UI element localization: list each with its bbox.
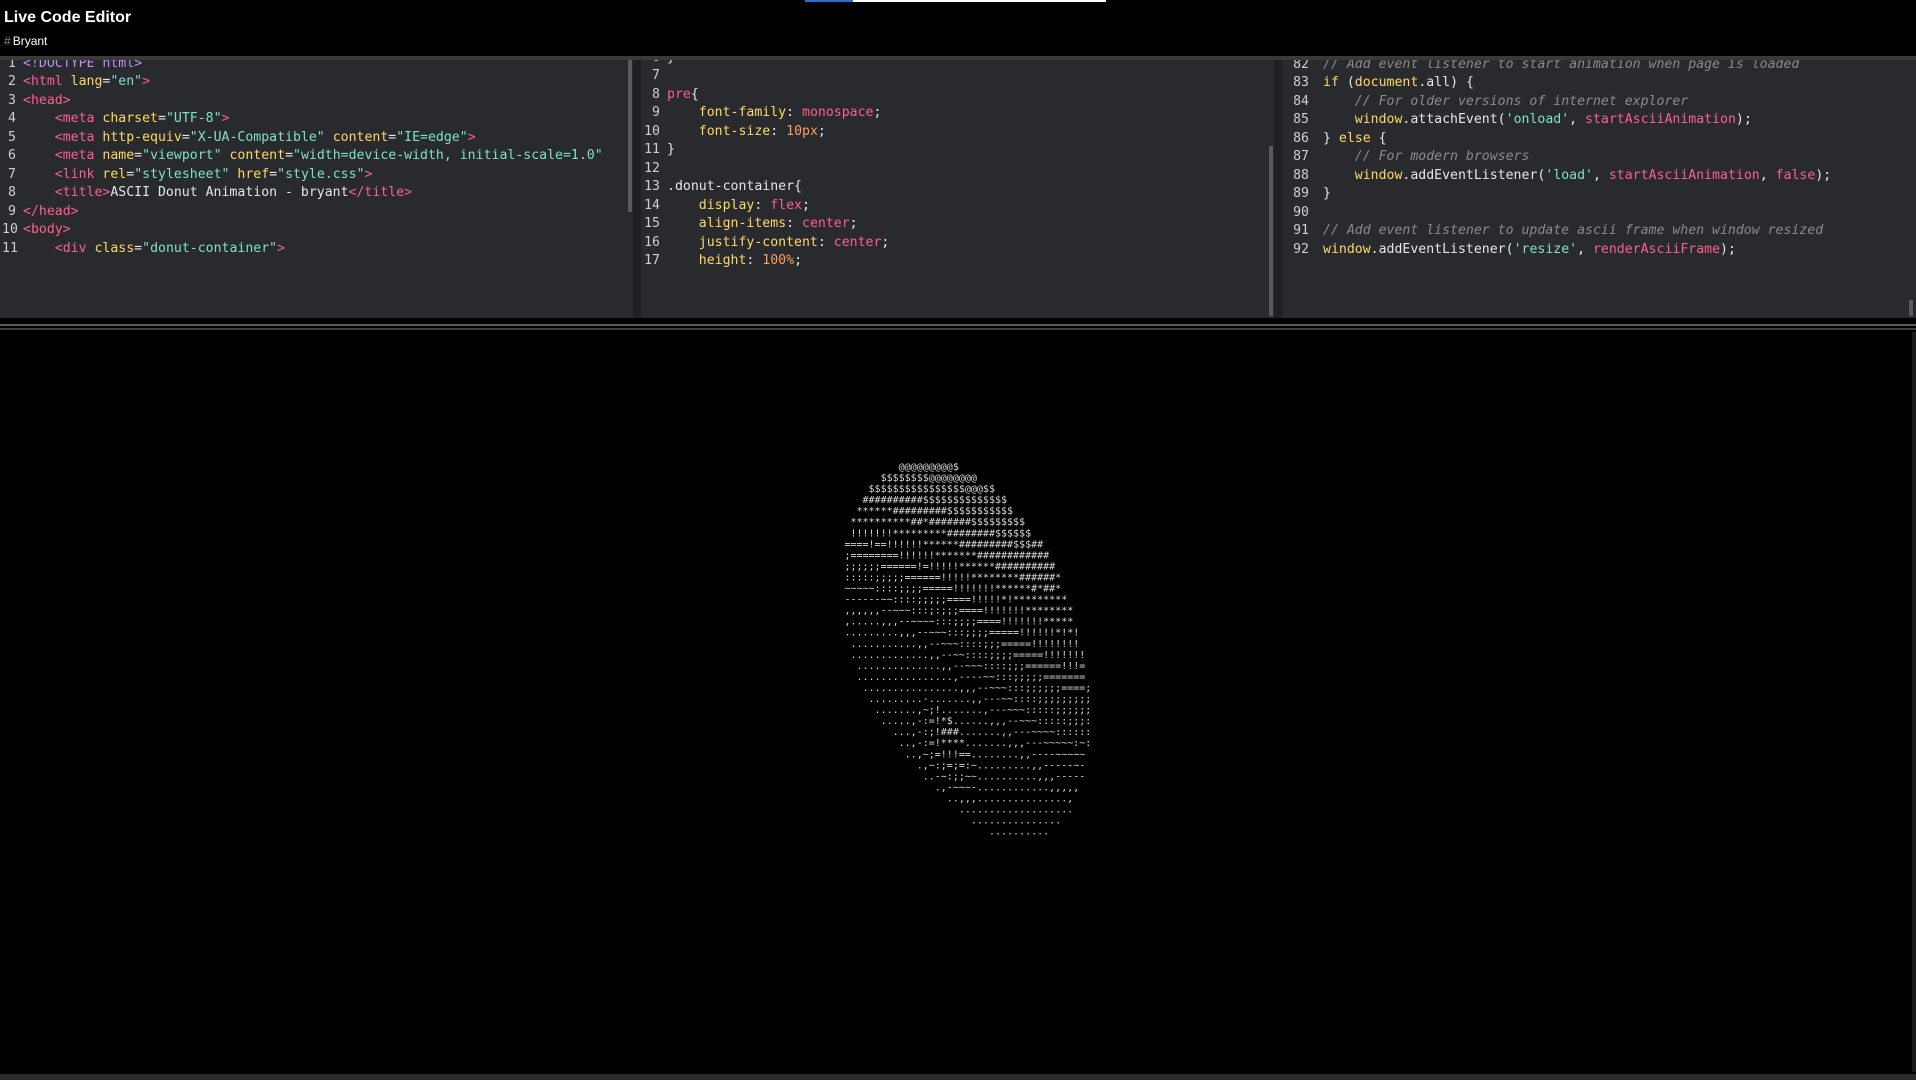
- code-text: <meta name="viewport" content="width=dev…: [54, 148, 603, 164]
- js-editor[interactable]: 82// Add event listener to start animati…: [1282, 60, 1916, 318]
- code-text: }: [667, 142, 675, 158]
- ascii-donut-row: .......,~;!.......,---~~~:::::;;;;;;: [712, 705, 1194, 716]
- editor-panes: 1 <!DOCTYPE html> 2 <html lang="en"> 3 <head>…: [0, 60, 1916, 318]
- code-text: <title>ASCII Donut Animation - bryant</t…: [54, 185, 413, 201]
- ascii-donut-row: !!!!!!!*********########$$$$$$: [712, 528, 1194, 539]
- output-scrollbar[interactable]: [1912, 332, 1916, 1072]
- ascii-donut-row: .....,-:=!*$......,,,--~~~:::::;;;:: [712, 716, 1194, 727]
- pane-divider-right[interactable]: [1274, 60, 1282, 318]
- pane-divider-left[interactable]: [633, 60, 641, 318]
- js-code-line[interactable]: 92 window.addEventListener('resize', rend…: [1282, 239, 1916, 262]
- code-text: justify-content: center;: [698, 234, 890, 250]
- ascii-donut-row: ..,-:=!****.......,,,---~~~~~:~:: [712, 738, 1194, 749]
- ascii-donut-row: ..,,,...............,: [712, 793, 1194, 804]
- bottom-divider: [0, 1074, 1916, 1080]
- css-editor-scrollbar[interactable]: [1269, 146, 1273, 316]
- load-progress-bar: [805, 0, 1106, 2]
- code-text: <head>: [23, 92, 71, 108]
- ascii-donut-row: ~~~~~::::;;;;=====!!!!!!!******#*##*: [712, 584, 1194, 595]
- ascii-donut-row: ,.....,,,--~~~~:::;;;;====!!!!!!!*****: [712, 617, 1194, 628]
- output-preview: @@@@@@@@@$ $$$$$$$$@@@@@@@@ $$$$$$$$$$$$…: [0, 332, 1912, 1072]
- ascii-donut-row: ..,~;=!!!==........,,----~~~~~: [712, 749, 1194, 760]
- ascii-donut-row: .........,,,--~~~:::;;;;=====!!!!!!*!*!: [712, 628, 1194, 639]
- ascii-donut-row: :::::;;;;;======!!!!!********######*: [712, 572, 1194, 583]
- ascii-donut-row: **********##*#######$$$$$$$$$: [712, 517, 1194, 528]
- ascii-donut-row: .........-.......,,---~~::::;;;;;;;;;: [712, 694, 1194, 705]
- code-text: // Add event listener to update ascii fr…: [1323, 223, 1824, 239]
- hash-icon: #: [4, 34, 11, 48]
- ascii-donut-render: @@@@@@@@@$ $$$$$$$$@@@@@@@@ $$$$$$$$$$$$…: [712, 462, 1194, 838]
- ascii-donut-row: ................,----~~:::;;;;;=======: [712, 672, 1194, 683]
- code-text: window.attachEvent('onload', startAsciiA…: [1354, 112, 1752, 128]
- code-text: <meta charset="UTF-8">: [54, 111, 230, 127]
- code-text: font-family: monospace;: [698, 105, 882, 121]
- app-title: Live Code Editor: [4, 9, 132, 26]
- html-editor[interactable]: 1 <!DOCTYPE html> 2 <html lang="en"> 3 <head>…: [0, 60, 633, 318]
- ascii-donut-row: $$$$$$$$$$$$$$$$@@@$$: [712, 484, 1194, 495]
- ascii-donut-row: ...................: [712, 805, 1194, 816]
- ascii-donut-row: @@@@@@@@@$: [712, 462, 1194, 473]
- app-subtitle[interactable]: # Bryant: [4, 34, 47, 48]
- code-text: // For older versions of internet explor…: [1354, 93, 1689, 109]
- code-text: <!DOCTYPE html>: [23, 60, 143, 71]
- code-text: .donut-container{: [667, 179, 802, 195]
- css-editor[interactable]: 6}78pre{9 font-family: monospace;10 font…: [641, 60, 1274, 318]
- ascii-donut-row: ------~~::::;;;;;====!!!!!*!*********: [712, 595, 1194, 606]
- ascii-donut-row: ..........: [712, 827, 1194, 838]
- ascii-donut-row: ...,-:;!###.......,,---~~~~::::::: [712, 727, 1194, 738]
- code-text: // Add event listener to start animation…: [1323, 60, 1800, 72]
- code-text: </head>: [23, 203, 79, 219]
- code-text: <html lang="en">: [23, 74, 151, 90]
- code-text: if (document.all) {: [1323, 75, 1474, 91]
- ascii-donut-row: .,~:;=;=:~.........,,-----~-: [712, 760, 1194, 771]
- code-text: }: [667, 60, 675, 65]
- ascii-donut-row: ;========!!!!!!*******############: [712, 550, 1194, 561]
- code-text: <meta http-equiv="X-UA-Compatible" conte…: [54, 129, 476, 145]
- live-code-editor-app: Live Code Editor # Bryant 1 <!DOCTYPE html…: [0, 0, 1916, 1080]
- ascii-donut-row: ..............,,--~~~::::;;;======!!!=: [712, 661, 1194, 672]
- html-editor-scrollbar[interactable]: [628, 60, 632, 212]
- ascii-donut-row: .............,,--~~::::;;;;=====!!!!!!!: [712, 650, 1194, 661]
- ascii-donut-row: ................,,,--~~~:::;;;;;;====;: [712, 683, 1194, 694]
- ascii-donut-row: ******#########$$$$$$$$$$$: [712, 506, 1194, 517]
- code-text: window.addEventListener('load', startAsc…: [1354, 167, 1832, 183]
- ascii-donut-row: ====!==!!!!!!******#########$$$##: [712, 539, 1194, 550]
- line-number: 17: [644, 252, 660, 268]
- html-code-line[interactable]: 11 <div class="donut-container">: [0, 238, 633, 261]
- ascii-donut-row: $$$$$$$$@@@@@@@@: [712, 473, 1194, 484]
- ascii-donut-row: ;;;;;;======!=!!!!!******##########: [712, 561, 1194, 572]
- code-text: font-size: 10px;: [698, 123, 826, 139]
- code-text: <body>: [23, 222, 71, 238]
- line-number: 11: [2, 240, 18, 256]
- editor-resize-handle[interactable]: [0, 318, 1916, 332]
- load-progress-fill: [805, 0, 854, 2]
- code-text: // For modern browsers: [1354, 149, 1530, 165]
- code-text: pre{: [667, 86, 699, 102]
- code-text: <div class="donut-container">: [54, 240, 286, 256]
- ascii-donut-row: ..-~:;;~~..........,,,-----: [712, 771, 1194, 782]
- ascii-donut-row: ##########$$$$$$$$$$$$$$: [712, 495, 1194, 506]
- code-text: display: flex;: [698, 197, 810, 213]
- code-text: height: 100%;: [698, 252, 803, 268]
- code-text: window.addEventListener('resize', render…: [1323, 241, 1736, 257]
- author-name[interactable]: Bryant: [13, 34, 48, 48]
- line-number: 92: [1293, 241, 1309, 257]
- ascii-donut-row: ,,,,,,--~~~:::;:;;;====!!!!!!!********: [712, 606, 1194, 617]
- app-header: Live Code Editor # Bryant: [0, 0, 1916, 56]
- code-text: <link rel="stylesheet" href="style.css">: [54, 166, 373, 182]
- ascii-donut-row: .,-~~~-............,,,,,: [712, 782, 1194, 793]
- ascii-donut-row: ...........,,--~~~::::;;;=====!!!!!!!!: [712, 639, 1194, 650]
- code-text: align-items: center;: [698, 216, 858, 232]
- css-code-line[interactable]: 17 height: 100%;: [641, 250, 1274, 273]
- code-text: } else {: [1323, 130, 1387, 146]
- js-editor-scrollbar[interactable]: [1909, 300, 1913, 316]
- code-text: }: [1323, 186, 1331, 202]
- ascii-donut-row: ...............: [712, 816, 1194, 827]
